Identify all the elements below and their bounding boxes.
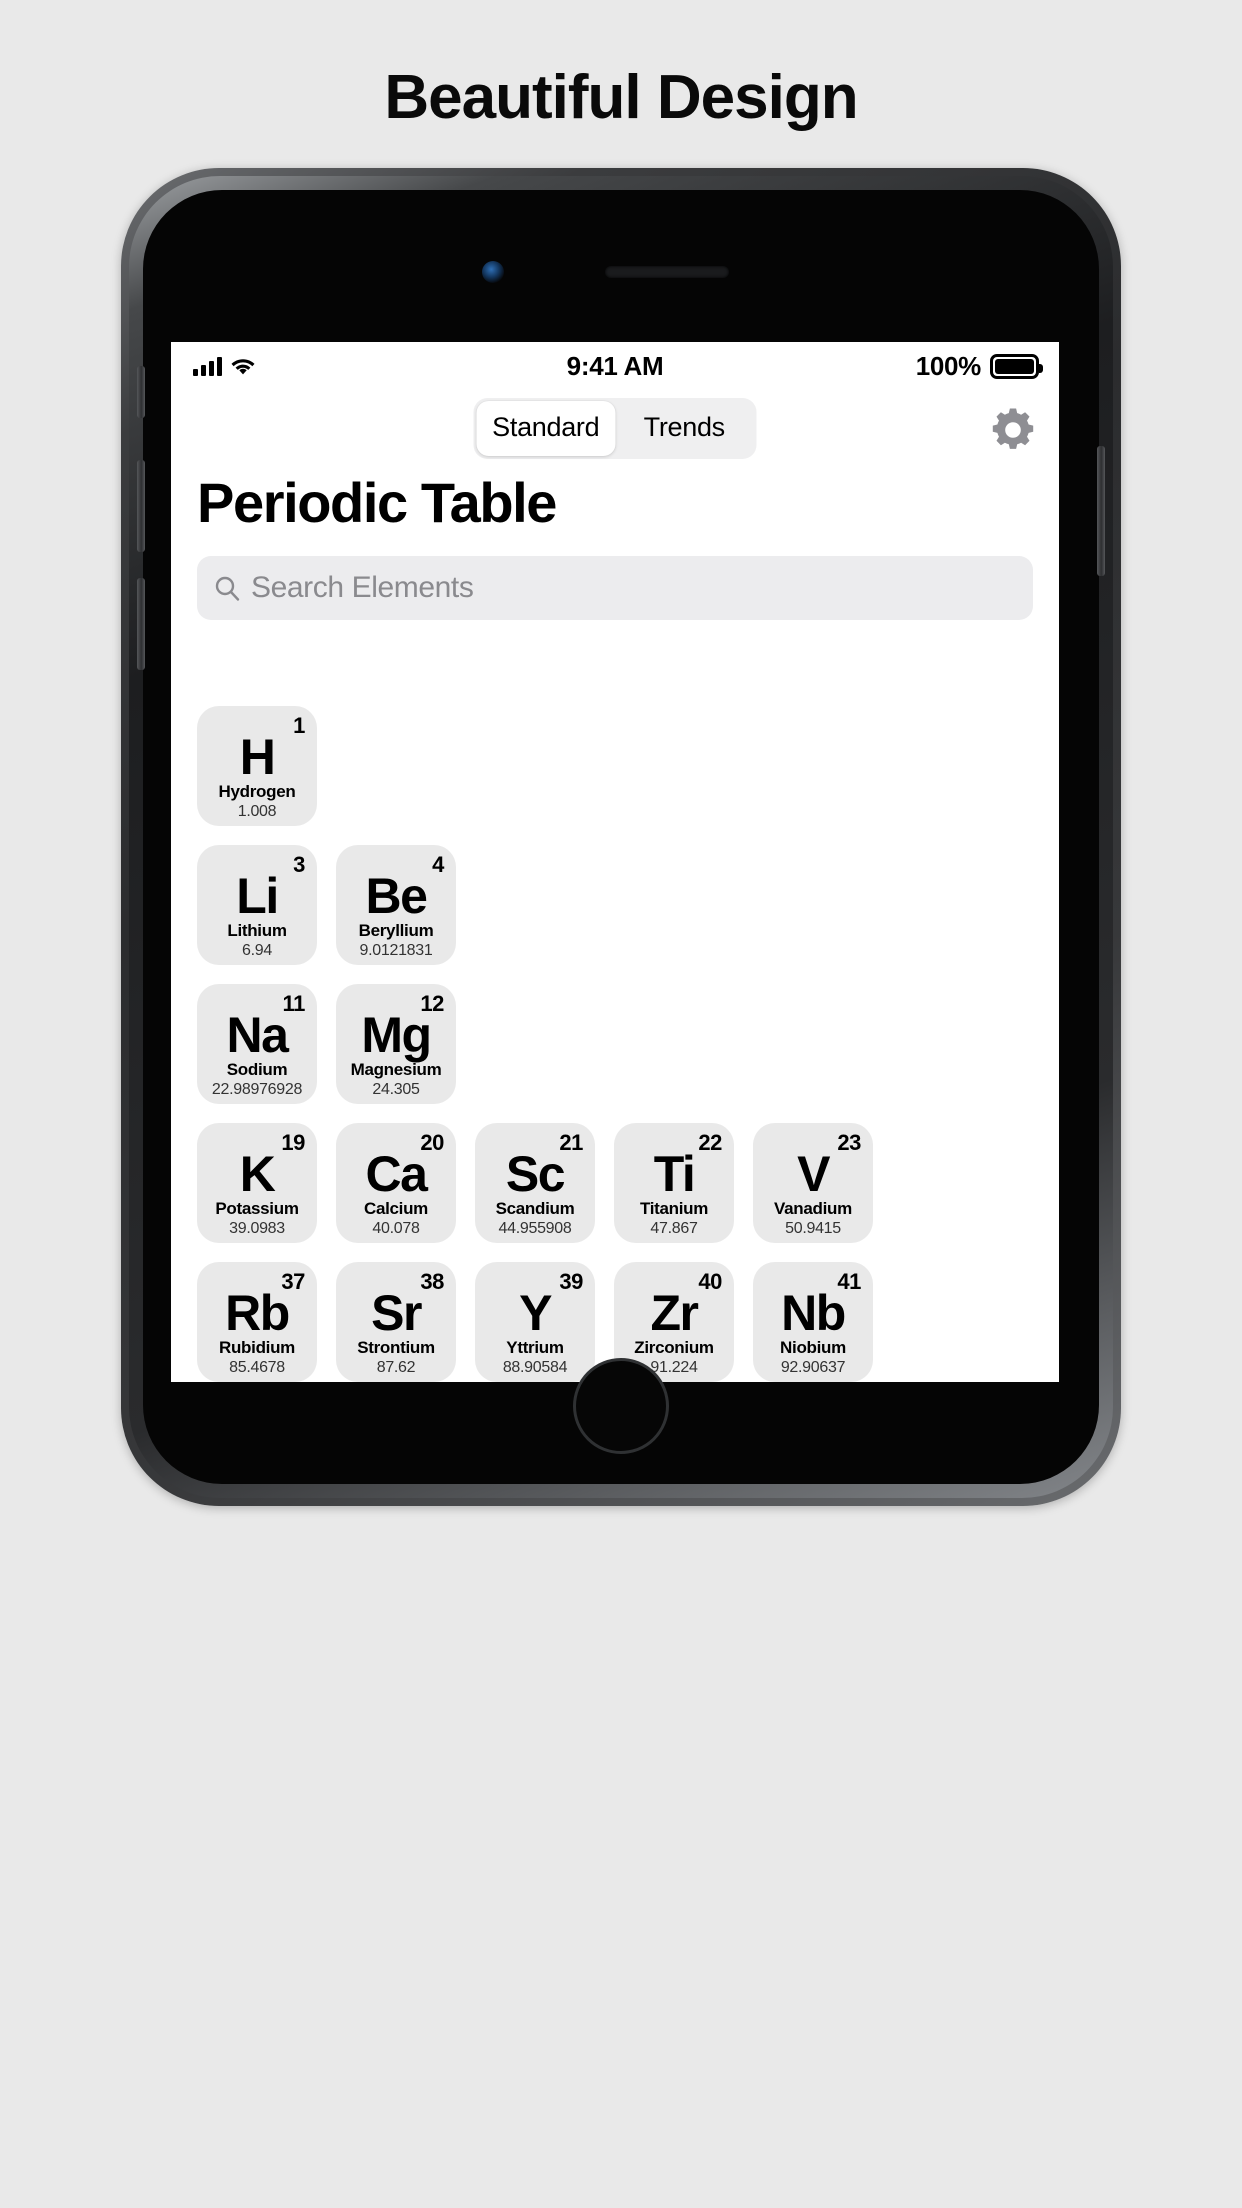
status-bar: 9:41 AM 100% xyxy=(171,342,1059,386)
element-atomic-mass: 47.867 xyxy=(650,1219,698,1237)
segment-standard[interactable]: Standard xyxy=(476,401,615,456)
element-symbol: K xyxy=(239,1145,276,1202)
element-atomic-mass: 92.90637 xyxy=(780,1358,846,1376)
element-symbol: Ti xyxy=(653,1145,696,1202)
element-name: Vanadium xyxy=(774,1198,852,1218)
element-grid-row: 3 Li Lithium 6.94 4 Be Beryllium 9.0121831 xyxy=(171,844,1059,965)
element-symbol: Rb xyxy=(225,1284,290,1341)
element-tile[interactable]: 38 Sr Strontium 87.62 xyxy=(336,1261,456,1382)
view-mode-segmented-control[interactable]: Standard Trends xyxy=(473,398,757,459)
element-symbol: H xyxy=(239,728,276,785)
element-atomic-mass: 50.9415 xyxy=(785,1219,841,1237)
element-tile[interactable]: 37 Rb Rubidium 85.4678 xyxy=(197,1261,317,1382)
page-headline: Beautiful Design xyxy=(384,63,858,132)
page-title: Periodic Table xyxy=(197,471,557,534)
element-tile[interactable]: 12 Mg Magnesium 24.305 xyxy=(336,983,456,1104)
element-name: Beryllium xyxy=(358,920,434,940)
element-atomic-mass: 44.955908 xyxy=(498,1219,572,1237)
element-name: Yttrium xyxy=(506,1337,564,1357)
search-icon xyxy=(213,574,241,602)
element-atomic-mass: 87.62 xyxy=(376,1358,416,1376)
front-camera-icon xyxy=(482,261,504,283)
element-tile[interactable]: 3 Li Lithium 6.94 xyxy=(197,844,317,965)
home-button[interactable] xyxy=(573,1358,669,1454)
element-grid-row: 1 H Hydrogen 1.008 xyxy=(171,705,1059,826)
element-atomic-mass: 9.0121831 xyxy=(359,941,433,959)
element-tile[interactable]: 20 Ca Calcium 40.078 xyxy=(336,1122,456,1243)
element-symbol: Sr xyxy=(371,1284,422,1341)
element-grid-row: 11 Na Sodium 22.98976928 12 Mg Magnesium 24.305 xyxy=(171,983,1059,1104)
phone-frame: 9:41 AM 100% Standard Trends Periodic Ta… xyxy=(121,168,1121,1506)
search-input[interactable] xyxy=(251,570,1017,605)
element-tile[interactable]: 41 Nb Niobium 92.90637 xyxy=(753,1261,873,1382)
element-symbol: Y xyxy=(519,1284,552,1341)
battery-percent-label: 100% xyxy=(915,351,982,381)
element-tile[interactable]: 21 Sc Scandium 44.955908 xyxy=(475,1122,595,1243)
phone-frame-inner: 9:41 AM 100% Standard Trends Periodic Ta… xyxy=(129,176,1113,1498)
element-symbol: Li xyxy=(236,867,279,924)
element-grid-row: 19 K Potassium 39.0983 20 Ca Calcium 40.078 21 Sc… xyxy=(171,1122,1059,1243)
element-atomic-mass: 24.305 xyxy=(372,1080,420,1098)
search-bar[interactable] xyxy=(197,555,1033,620)
element-tile[interactable]: 22 Ti Titanium 47.867 xyxy=(614,1122,734,1243)
element-tile[interactable]: 1 H Hydrogen 1.008 xyxy=(197,705,317,826)
element-atomic-mass: 39.0983 xyxy=(229,1219,285,1237)
element-atomic-mass: 40.078 xyxy=(372,1219,420,1237)
battery-full-icon xyxy=(990,354,1043,379)
element-tile[interactable]: 19 K Potassium 39.0983 xyxy=(197,1122,317,1243)
element-symbol: Nb xyxy=(781,1284,846,1341)
element-name: Magnesium xyxy=(350,1059,442,1079)
element-symbol: V xyxy=(797,1145,830,1202)
volume-up-button[interactable] xyxy=(137,460,145,552)
element-name: Lithium xyxy=(227,920,287,940)
element-symbol: Ca xyxy=(365,1145,428,1202)
nav-bar: Standard Trends xyxy=(171,386,1059,462)
element-tile[interactable]: 4 Be Beryllium 9.0121831 xyxy=(336,844,456,965)
element-atomic-mass: 1.008 xyxy=(237,802,277,820)
element-symbol: Mg xyxy=(361,1006,432,1063)
earpiece-speaker xyxy=(605,266,729,278)
element-symbol: Na xyxy=(226,1006,289,1063)
element-name: Potassium xyxy=(215,1198,299,1218)
element-atomic-mass: 6.94 xyxy=(242,941,272,959)
element-name: Niobium xyxy=(780,1337,846,1357)
power-button[interactable] xyxy=(1097,446,1105,576)
element-grid[interactable]: 1 H Hydrogen 1.008 3 Li Lithium 6.94 4 Be Berylliu… xyxy=(171,705,1059,1382)
element-name: Zirconium xyxy=(634,1337,714,1357)
gear-icon[interactable] xyxy=(991,408,1035,452)
silent-switch[interactable] xyxy=(137,366,145,418)
element-name: Sodium xyxy=(226,1059,288,1079)
element-name: Calcium xyxy=(363,1198,429,1218)
element-name: Titanium xyxy=(639,1198,709,1218)
phone-screen: 9:41 AM 100% Standard Trends Periodic Ta… xyxy=(171,342,1059,1382)
element-name: Scandium xyxy=(495,1198,575,1218)
element-name: Hydrogen xyxy=(218,781,296,801)
element-name: Strontium xyxy=(357,1337,435,1357)
element-symbol: Be xyxy=(365,867,428,924)
element-atomic-mass: 22.98976928 xyxy=(211,1080,303,1098)
element-atomic-mass: 85.4678 xyxy=(229,1358,285,1376)
element-symbol: Sc xyxy=(505,1145,566,1202)
phone-body: 9:41 AM 100% Standard Trends Periodic Ta… xyxy=(137,190,1105,1484)
element-tile[interactable]: 11 Na Sodium 22.98976928 xyxy=(197,983,317,1104)
element-tile[interactable]: 23 V Vanadium 50.9415 xyxy=(753,1122,873,1243)
element-name: Rubidium xyxy=(219,1337,295,1357)
volume-down-button[interactable] xyxy=(137,578,145,670)
segment-trends[interactable]: Trends xyxy=(615,401,754,456)
element-symbol: Zr xyxy=(650,1284,700,1341)
status-bar-right: 100% xyxy=(915,351,1043,382)
element-atomic-mass: 88.90584 xyxy=(502,1358,568,1376)
element-tile[interactable]: 39 Y Yttrium 88.90584 xyxy=(475,1261,595,1382)
